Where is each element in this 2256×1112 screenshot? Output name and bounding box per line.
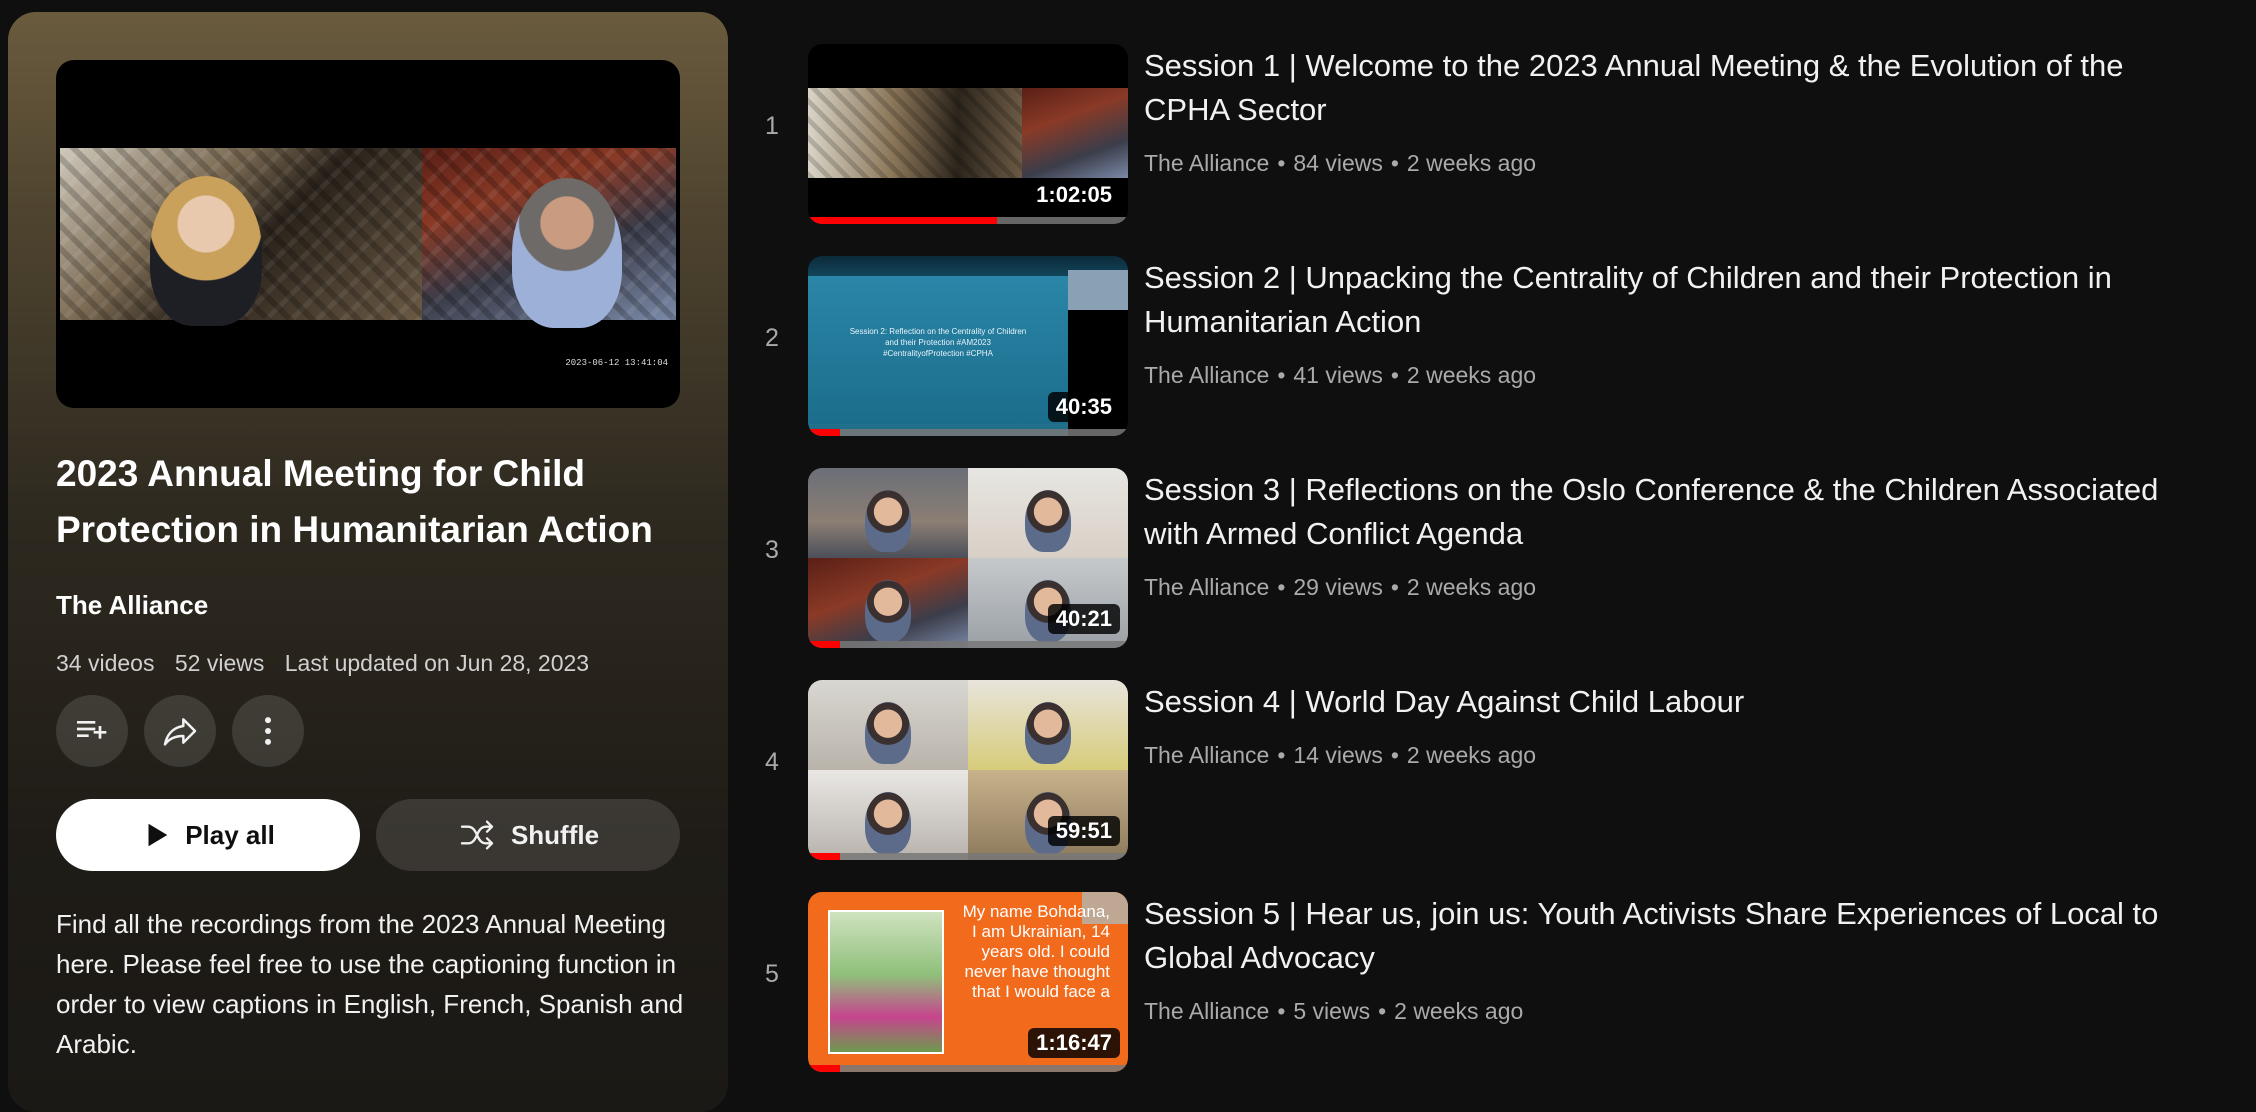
- video-channel[interactable]: The Alliance: [1144, 574, 1269, 600]
- video-meta: The Alliance • 14 views • 2 weeks ago: [1144, 742, 1537, 768]
- video-meta: The Alliance • 41 views • 2 weeks ago: [1144, 362, 1537, 388]
- video-index: 5: [765, 960, 779, 988]
- hero-speaker-right: [422, 148, 676, 328]
- video-age: 2 weeks ago: [1394, 998, 1524, 1024]
- more-vert-icon: [248, 711, 288, 751]
- video-title[interactable]: Session 5 | Hear us, join us: Youth Acti…: [1144, 892, 2204, 980]
- playlist-video-row[interactable]: 2 Session 2: Reflection on the Centralit…: [740, 256, 2240, 444]
- watch-progress-bar: [808, 217, 1128, 224]
- shuffle-icon: [457, 815, 497, 855]
- slide-text: Session 2: Reflection on the Centrality …: [849, 327, 1027, 358]
- video-thumbnail[interactable]: 40:21: [808, 468, 1128, 648]
- video-channel[interactable]: The Alliance: [1144, 998, 1269, 1024]
- playlist-title: 2023 Annual Meeting for Child Protection…: [56, 453, 653, 550]
- video-duration: 1:16:47: [1028, 1028, 1120, 1058]
- play-all-button[interactable]: Play all: [56, 799, 360, 871]
- watch-progress-bar: [808, 641, 1128, 648]
- video-meta: The Alliance • 5 views • 2 weeks ago: [1144, 998, 1524, 1024]
- video-index: 4: [765, 748, 779, 776]
- watch-progress-bar: [808, 1065, 1128, 1072]
- video-title[interactable]: Session 1 | Welcome to the 2023 Annual M…: [1144, 44, 2204, 132]
- more-actions-button[interactable]: [232, 695, 304, 767]
- video-thumbnail[interactable]: Session 2: Reflection on the Centrality …: [808, 256, 1128, 436]
- play-icon: [141, 820, 171, 850]
- video-index: 3: [765, 536, 779, 564]
- video-views: 5 views: [1293, 998, 1371, 1024]
- playlist-meta: 34 videos 52 views Last updated on Jun 2…: [56, 650, 603, 677]
- video-thumbnail[interactable]: 1:02:05: [808, 44, 1128, 224]
- share-icon: [160, 711, 200, 751]
- playlist-header-panel: 2023-06-12 13:41:04 2023 Annual Meeting …: [8, 12, 728, 1112]
- playlist-video-row[interactable]: 4 59:51 Session 4 | World Day Against Ch…: [740, 680, 2240, 868]
- playlist-video-row[interactable]: 1 1:02:05 Session 1 | Welcome to the 202…: [740, 44, 2240, 232]
- watch-progress-bar: [808, 429, 1128, 436]
- video-duration: 40:35: [1047, 392, 1120, 422]
- video-title[interactable]: Session 2 | Unpacking the Centrality of …: [1144, 256, 2204, 344]
- video-duration: 1:02:05: [1028, 180, 1120, 210]
- video-channel[interactable]: The Alliance: [1144, 362, 1269, 388]
- video-count: 34 videos: [56, 650, 155, 676]
- share-button[interactable]: [144, 695, 216, 767]
- playlist-video-row[interactable]: 5 My name Bohdana, I am Ukrainian, 14 ye…: [740, 892, 2240, 1080]
- shuffle-button[interactable]: Shuffle: [376, 799, 680, 871]
- add-to-queue-icon: [72, 711, 112, 751]
- playlist-views: 52 views: [174, 650, 265, 676]
- playlist-channel-link[interactable]: The Alliance: [56, 590, 208, 621]
- video-channel[interactable]: The Alliance: [1144, 150, 1269, 176]
- video-thumbnail[interactable]: My name Bohdana, I am Ukrainian, 14 year…: [808, 892, 1128, 1072]
- watch-progress-bar: [808, 853, 1128, 860]
- video-duration: 40:21: [1047, 604, 1120, 634]
- video-age: 2 weeks ago: [1406, 362, 1537, 388]
- playlist-video-row[interactable]: 3 40:21 Session 3 | Reflections on the O…: [740, 468, 2240, 656]
- video-thumbnail[interactable]: 59:51: [808, 680, 1128, 860]
- video-meta: The Alliance • 29 views • 2 weeks ago: [1144, 574, 1537, 600]
- video-views: 41 views: [1293, 362, 1383, 388]
- video-views: 14 views: [1293, 742, 1383, 768]
- video-meta: The Alliance • 84 views • 2 weeks ago: [1144, 150, 1537, 176]
- play-all-label: Play all: [185, 819, 275, 850]
- video-views: 84 views: [1293, 150, 1383, 176]
- video-index: 2: [765, 324, 779, 352]
- video-channel[interactable]: The Alliance: [1144, 742, 1269, 768]
- playlist-hero-thumbnail[interactable]: 2023-06-12 13:41:04: [56, 60, 680, 408]
- video-index: 1: [765, 112, 779, 140]
- video-age: 2 weeks ago: [1406, 574, 1537, 600]
- shuffle-label: Shuffle: [510, 819, 600, 850]
- add-to-queue-button[interactable]: [56, 695, 128, 767]
- video-title[interactable]: Session 3 | Reflections on the Oslo Conf…: [1144, 468, 2204, 556]
- last-updated: Last updated on Jun 28, 2023: [284, 650, 590, 676]
- video-title[interactable]: Session 4 | World Day Against Child Labo…: [1144, 680, 2204, 724]
- video-duration: 59:51: [1047, 816, 1120, 846]
- thumbnail-text: My name Bohdana, I am Ukrainian, 14 year…: [962, 902, 1110, 1001]
- video-age: 2 weeks ago: [1406, 742, 1537, 768]
- video-views: 29 views: [1293, 574, 1383, 600]
- hero-speaker-left: [60, 148, 422, 326]
- hero-timestamp: 2023-06-12 13:41:04: [565, 358, 668, 368]
- video-age: 2 weeks ago: [1406, 150, 1537, 176]
- playlist-description: Find all the recordings from the 2023 An…: [56, 909, 684, 1059]
